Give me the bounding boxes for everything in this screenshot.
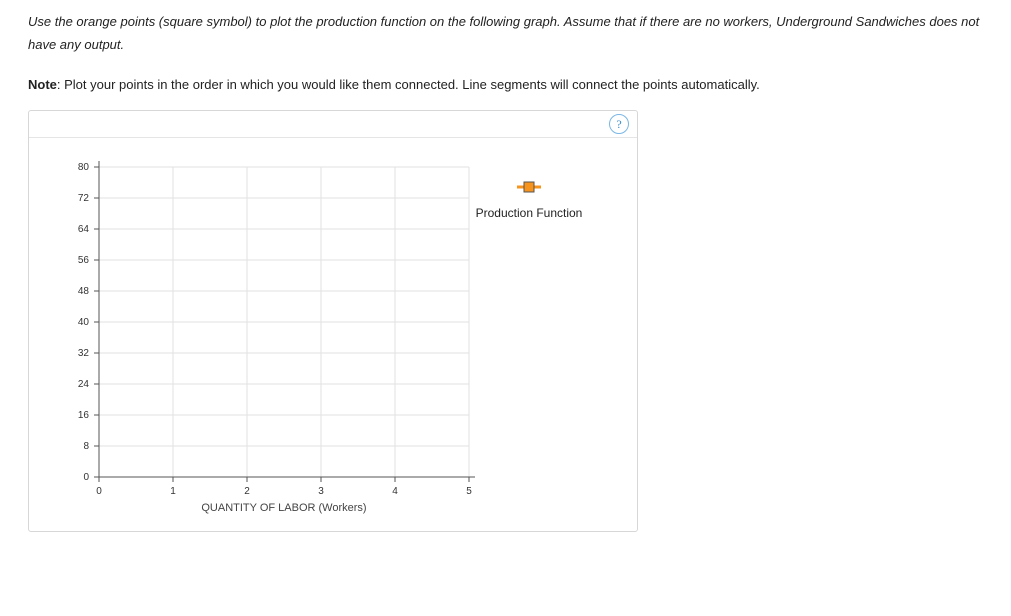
x-tick-label: 3 — [318, 486, 324, 497]
plot-area[interactable]: 0 1 2 3 4 5 0 8 16 24 32 40 48 56 64 72 80 QUANTITY OF LA… — [29, 137, 637, 531]
y-tick-label: 16 — [78, 410, 90, 421]
note-prefix: Note — [28, 77, 57, 92]
note-body: : Plot your points in the order in which… — [57, 77, 760, 92]
y-tick-label: 40 — [78, 317, 90, 328]
x-axis-label: QUANTITY OF LABOR (Workers) — [201, 502, 366, 514]
y-tick-label: 8 — [83, 441, 89, 452]
y-tick-label: 24 — [78, 379, 90, 390]
panel-header: ? — [29, 111, 637, 138]
x-tick-label: 5 — [466, 486, 472, 497]
instructions-text: Use the orange points (square symbol) to… — [28, 10, 983, 57]
legend-label: Production Function — [476, 206, 583, 220]
x-tick-label: 2 — [244, 486, 250, 497]
note-line: Note: Plot your points in the order in w… — [28, 75, 983, 96]
y-tick-label: 64 — [78, 224, 90, 235]
y-tick-label: 72 — [78, 193, 90, 204]
y-tick-label: 48 — [78, 286, 90, 297]
y-tick-label: 32 — [78, 348, 90, 359]
y-tick-label: 0 — [83, 472, 89, 483]
legend-square-icon[interactable] — [524, 182, 534, 192]
y-tick-label: 80 — [78, 162, 90, 173]
help-button[interactable]: ? — [609, 114, 629, 134]
x-tick-label: 1 — [170, 486, 176, 497]
chart-svg[interactable]: 0 1 2 3 4 5 0 8 16 24 32 40 48 56 64 72 80 QUANTITY OF LA… — [29, 137, 637, 531]
x-tick-label: 4 — [392, 486, 398, 497]
y-tick-label: 56 — [78, 255, 90, 266]
graph-panel: ? 0 1 2 3 4 5 0 8 16 24 32 40 48 56 64 72 80 QUANTITY OF … — [28, 110, 638, 532]
x-tick-label: 0 — [96, 486, 102, 497]
